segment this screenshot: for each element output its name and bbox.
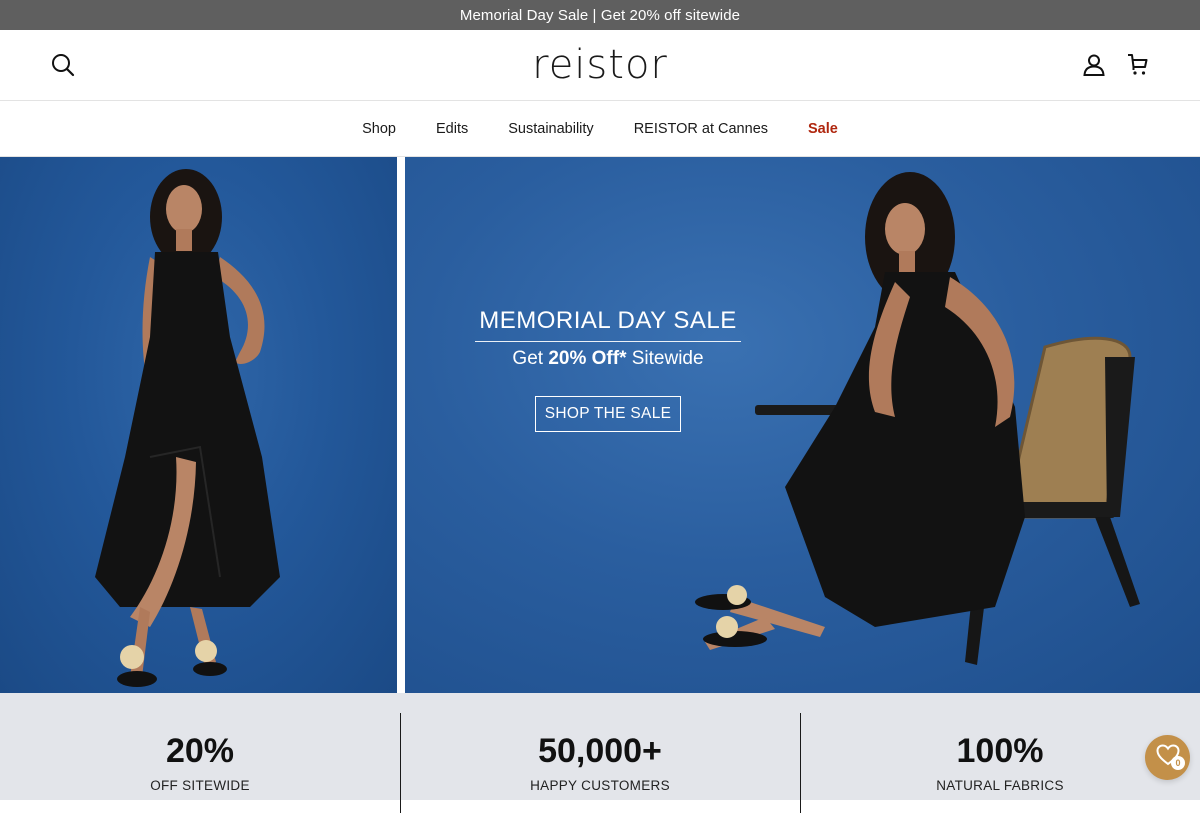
wishlist-count: 0 — [1171, 756, 1185, 770]
account-icon[interactable] — [1081, 52, 1107, 78]
main-nav: Shop Edits Sustainability REISTOR at Can… — [0, 101, 1200, 157]
hero-title: MEMORIAL DAY SALE — [475, 307, 741, 342]
cart-icon[interactable] — [1125, 52, 1151, 78]
search-icon[interactable] — [50, 52, 76, 78]
stat-discount: 20% OFF SITEWIDE — [0, 693, 400, 800]
announcement-bar[interactable]: Memorial Day Sale | Get 20% off sitewide — [0, 0, 1200, 30]
wishlist-button[interactable]: 0 — [1145, 735, 1190, 780]
logo[interactable]: reistor — [532, 42, 668, 88]
stat-fabrics: 100% NATURAL FABRICS — [800, 693, 1200, 813]
hero-subtitle-prefix: Get — [512, 348, 549, 369]
hero-subtitle: Get 20% Off* Sitewide — [475, 348, 741, 370]
nav-item-sustainability[interactable]: Sustainability — [488, 121, 613, 137]
nav-item-edits[interactable]: Edits — [416, 121, 488, 137]
nav-item-sale[interactable]: Sale — [788, 121, 858, 137]
hero-image-left[interactable] — [0, 157, 397, 693]
model-standing-image — [95, 169, 280, 687]
hero-subtitle-suffix: Sitewide — [626, 348, 704, 369]
stats-strip: 20% OFF SITEWIDE 50,000+ HAPPY CUSTOMERS… — [0, 693, 1200, 813]
nav-item-shop[interactable]: Shop — [342, 121, 416, 137]
stat-value: 50,000+ — [538, 732, 662, 770]
shop-the-sale-button[interactable]: SHOP THE SALE — [534, 396, 682, 432]
hero-subtitle-bold: 20% Off* — [548, 348, 627, 369]
stat-label: HAPPY CUSTOMERS — [530, 778, 670, 793]
stat-value: 100% — [956, 732, 1044, 770]
stat-label: OFF SITEWIDE — [150, 778, 250, 793]
stat-value: 20% — [165, 732, 235, 770]
stat-label: NATURAL FABRICS — [936, 778, 1064, 793]
site-header: reistor — [0, 30, 1200, 101]
hero-promo: MEMORIAL DAY SALE Get 20% Off* Sitewide … — [475, 307, 741, 432]
announcement-text: Memorial Day Sale | Get 20% off sitewide — [459, 6, 741, 24]
hero-banner[interactable]: MEMORIAL DAY SALE Get 20% Off* Sitewide … — [0, 157, 1200, 693]
hero-image-right[interactable]: MEMORIAL DAY SALE Get 20% Off* Sitewide … — [405, 157, 1200, 693]
nav-item-cannes[interactable]: REISTOR at Cannes — [614, 121, 788, 137]
stat-customers: 50,000+ HAPPY CUSTOMERS — [400, 693, 800, 813]
